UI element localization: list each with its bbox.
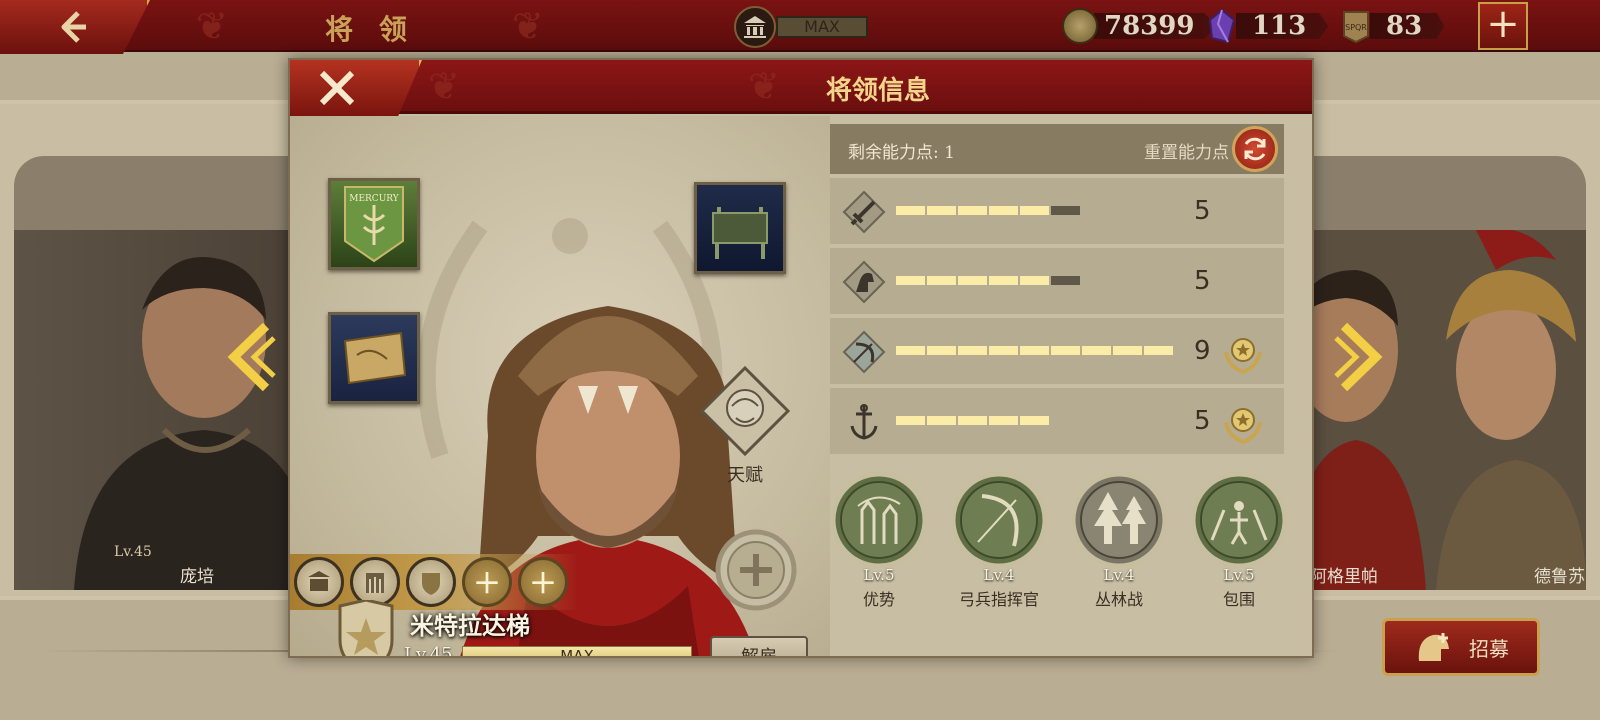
- shield-medal-icon: [422, 573, 440, 595]
- star-medal-icon: [1224, 408, 1262, 444]
- hero-level: Lv.45: [404, 644, 453, 658]
- skill-name: 丛林战: [1094, 590, 1143, 609]
- talent-icon[interactable]: [700, 366, 790, 456]
- stat-bar: [896, 206, 1080, 215]
- skill-name: 优势: [862, 590, 895, 609]
- rank-star-badge-icon: [338, 600, 394, 656]
- scroll-map-icon: [343, 331, 407, 385]
- spqr-resource[interactable]: SPQR 83: [1338, 8, 1445, 44]
- stat-row-navy[interactable]: 5: [830, 388, 1284, 454]
- medal-slot-3[interactable]: [406, 557, 456, 607]
- gem-value: 113: [1236, 13, 1329, 39]
- recruit-button[interactable]: 招募: [1382, 618, 1540, 676]
- star-medal-icon: [1224, 338, 1262, 374]
- back-button[interactable]: [0, 0, 150, 54]
- reset-points-label: 重置能力点: [1144, 143, 1229, 163]
- ability-points-bar: 剩余能力点: 1 重置能力点: [830, 124, 1284, 174]
- back-arrow-icon: [61, 11, 86, 43]
- skill-name: 弓兵指挥官: [958, 590, 1039, 609]
- remaining-points-label: 剩余能力点: 1: [848, 143, 955, 163]
- honor-medal-strip: + +: [290, 554, 578, 610]
- skill-archer-commander-icon[interactable]: [948, 470, 1050, 570]
- dismiss-button[interactable]: 解雇: [710, 636, 808, 656]
- bow-icon: [842, 330, 886, 374]
- reset-points-button[interactable]: [1232, 126, 1278, 172]
- stat-bar: [896, 276, 1080, 285]
- stat-value: 5: [1194, 406, 1211, 436]
- stat-row-attack[interactable]: 5: [830, 178, 1284, 244]
- gem-resource[interactable]: 113: [1204, 8, 1329, 44]
- spqr-token-icon: SPQR: [1338, 8, 1374, 44]
- spartan-helmet-icon: [1418, 633, 1449, 661]
- left-general-portrait[interactable]: [14, 230, 314, 590]
- laurel-icon: ❦: [748, 64, 780, 108]
- gold-value: 78399: [1094, 13, 1217, 39]
- general-info-dialog: ❦ 将领信息 ❦ MERCURY 天赋 + + 米特拉达梯 Lv.45 MAX …: [288, 58, 1314, 658]
- add-resource-button[interactable]: +: [1478, 2, 1528, 50]
- laurel-right-icon: ❦: [512, 4, 544, 48]
- left-general-level: Lv.45: [114, 544, 152, 560]
- dialog-title: 将领信息: [825, 76, 930, 106]
- prev-general-arrow-icon[interactable]: [226, 322, 276, 392]
- temple-icon[interactable]: [734, 6, 776, 48]
- svg-text:MERCURY: MERCURY: [349, 194, 400, 204]
- scroll-map-item-slot[interactable]: [328, 312, 420, 404]
- right-general-name-1: 阿格里帕: [1310, 567, 1378, 587]
- stat-bar: [896, 416, 1049, 425]
- add-skill-button[interactable]: [714, 528, 798, 612]
- skill-level: Lv.4: [983, 566, 1015, 584]
- stat-row-archery[interactable]: 9: [830, 318, 1284, 384]
- left-general-name: 庞培: [180, 567, 214, 587]
- vip-level-bar: MAX: [776, 16, 868, 38]
- mercury-banner-item-slot[interactable]: MERCURY: [328, 178, 420, 270]
- anchor-icon: [850, 404, 878, 440]
- talent-label: 天赋: [727, 465, 763, 486]
- gold-resource[interactable]: 78399: [1062, 8, 1217, 44]
- skill-jungle-warfare-icon[interactable]: [1068, 470, 1170, 570]
- right-general-portraits[interactable]: [1286, 230, 1586, 590]
- dialog-header: ❦ 将领信息 ❦: [290, 60, 1312, 116]
- hero-exp-bar: MAX: [462, 646, 692, 656]
- cauldron-icon: [712, 207, 768, 259]
- stat-value: 9: [1194, 336, 1211, 366]
- next-general-arrow-icon[interactable]: [1334, 322, 1384, 392]
- stat-bar: [896, 346, 1173, 355]
- banner-icon: MERCURY: [344, 186, 404, 263]
- top-bar: ❦ 将 领 ❦ MAX 78399 113 SPQR 83 +: [0, 0, 1600, 54]
- stat-value: 5: [1194, 196, 1211, 226]
- add-medal-button-2[interactable]: +: [518, 557, 568, 607]
- skill-encirclement-icon[interactable]: [1188, 470, 1290, 570]
- refresh-icon: [1244, 137, 1266, 161]
- horse-icon: [842, 260, 886, 304]
- skill-level: Lv.5: [1223, 566, 1255, 584]
- svg-text:SPQR: SPQR: [1345, 23, 1367, 32]
- page-title: 将 领: [325, 13, 415, 46]
- sword-icon: [842, 190, 886, 234]
- laurel-left-icon: ❦: [196, 4, 228, 48]
- gold-coin-icon: [1062, 8, 1098, 44]
- skill-level: Lv.4: [1103, 566, 1135, 584]
- hero-panel: MERCURY 天赋 + + 米特拉达梯 Lv.45 MAX 解雇: [290, 116, 830, 658]
- purple-gem-icon: [1204, 8, 1240, 44]
- right-general-name-2: 德鲁苏: [1534, 567, 1585, 587]
- hero-name: 米特拉达梯: [410, 611, 530, 640]
- temple-medal-icon: [308, 571, 330, 591]
- bronze-cauldron-item-slot[interactable]: [694, 182, 786, 274]
- spqr-value: 83: [1370, 13, 1445, 39]
- skill-name: 包围: [1222, 590, 1255, 609]
- recruit-label: 招募: [1469, 636, 1509, 661]
- gate-medal-icon: [366, 573, 384, 593]
- skill-level: Lv.5: [863, 566, 895, 584]
- add-medal-button-1[interactable]: +: [462, 557, 512, 607]
- stat-row-cavalry[interactable]: 5: [830, 248, 1284, 314]
- skill-advantage-icon[interactable]: [828, 470, 930, 570]
- stat-value: 5: [1194, 266, 1211, 296]
